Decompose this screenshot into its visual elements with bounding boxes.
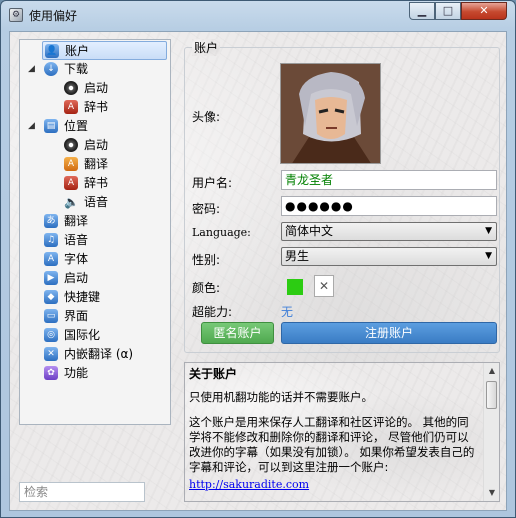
shortcut-icon: ◆ — [44, 290, 58, 304]
maximize-button[interactable]: □ — [435, 2, 461, 20]
translate-icon: A — [64, 157, 78, 171]
gender-select[interactable]: 男生 ▼ — [281, 247, 497, 266]
download-icon: ↓ — [44, 62, 58, 76]
launch-icon — [64, 81, 78, 95]
scroll-up-icon[interactable]: ▲ — [484, 363, 499, 379]
sidebar-tree[interactable]: 👤 账户 ◢ ↓ 下载 启动 A 辞书 ◢ ▤ 位置 启动 A 翻译 A 辞书 … — [19, 39, 171, 425]
username-label: 用户名: — [192, 176, 233, 190]
chevron-down-icon: ▼ — [485, 226, 492, 236]
sidebar-item-ui[interactable]: ▭ 界面 — [20, 307, 170, 326]
anonymous-account-button[interactable]: 匿名账户 — [201, 322, 274, 344]
launch-icon — [64, 138, 78, 152]
window-title: 使用偏好 — [29, 9, 78, 23]
register-account-button[interactable]: 注册账户 — [281, 322, 497, 344]
close-button[interactable]: ✕ — [461, 2, 507, 20]
sidebar-item-account[interactable]: 👤 账户 — [42, 41, 167, 60]
about-paragraph-1: 只使用机翻功能的话并不需要账户。 — [189, 390, 373, 404]
sidebar-item-shortcuts[interactable]: ◆ 快捷键 — [20, 288, 170, 307]
sidebar-item-location[interactable]: ◢ ▤ 位置 — [20, 117, 170, 136]
font-icon: A — [44, 252, 58, 266]
sidebar-item-translate[interactable]: あ 翻译 — [20, 212, 170, 231]
sidebar-item-download-dictionary[interactable]: A 辞书 — [20, 98, 170, 117]
user-icon: 👤 — [45, 44, 59, 58]
sidebar-item-location-translate[interactable]: A 翻译 — [20, 155, 170, 174]
account-group-title: 账户 — [194, 39, 219, 56]
title-bar[interactable]: ⚙ 使用偏好 ▁ □ ✕ — [1, 1, 515, 29]
language-label: Language: — [192, 226, 251, 239]
gender-label: 性别: — [192, 253, 221, 267]
language-select-value: 简体中文 — [285, 224, 334, 238]
username-field[interactable]: 青龙圣者 — [281, 170, 497, 190]
power-value: 无 — [281, 305, 294, 319]
sidebar-item-features[interactable]: ✿ 功能 — [20, 364, 170, 383]
about-paragraph-2: 这个账户是用来保存人工翻译和社区评论的。 其他的同学将不能修改和删除你的翻译和评… — [189, 415, 475, 474]
launch-icon: ▶ — [44, 271, 58, 285]
sidebar-item-font[interactable]: A 字体 — [20, 250, 170, 269]
sidebar-item-location-speech[interactable]: 🔈 语音 — [20, 193, 170, 212]
account-group: 账户 头像: 用户名: 青龙圣者 密码: ●●●●●● Language: 简体… — [180, 33, 502, 353]
dictionary-icon: A — [64, 176, 78, 190]
power-label: 超能力: — [192, 305, 233, 319]
location-icon: ▤ — [44, 119, 58, 133]
sidebar-item-launch[interactable]: ▶ 启动 — [20, 269, 170, 288]
sidebar-item-embedded-translate[interactable]: ✕ 内嵌翻译 (α) — [20, 345, 170, 364]
search-input[interactable]: 检索 — [19, 482, 145, 502]
about-scrollbar[interactable]: ▲ ▼ — [483, 363, 499, 501]
password-label: 密码: — [192, 202, 221, 216]
color-label: 颜色: — [192, 281, 221, 295]
about-content: 关于账户 只使用机翻功能的话并不需要账户。 这个账户是用来保存人工翻译和社区评论… — [189, 367, 479, 492]
speaker-icon: 🔈 — [64, 195, 79, 209]
collapse-arrow-icon[interactable]: ◢ — [28, 117, 35, 135]
dictionary-icon: A — [64, 100, 78, 114]
sidebar-item-location-dictionary[interactable]: A 辞书 — [20, 174, 170, 193]
gender-select-value: 男生 — [285, 249, 310, 263]
clear-color-button[interactable]: ✕ — [314, 275, 334, 297]
app-icon: ⚙ — [9, 8, 23, 22]
globe-icon: ◎ — [44, 328, 58, 342]
scrollbar-thumb[interactable] — [486, 381, 497, 409]
scroll-down-icon[interactable]: ▼ — [484, 485, 499, 501]
password-field[interactable]: ●●●●●● — [281, 196, 497, 216]
language-select[interactable]: 简体中文 ▼ — [281, 222, 497, 241]
sidebar-item-download-launch[interactable]: 启动 — [20, 79, 170, 98]
avatar-label: 头像: — [192, 110, 221, 124]
about-panel[interactable]: 关于账户 只使用机翻功能的话并不需要账户。 这个账户是用来保存人工翻译和社区评论… — [184, 362, 500, 502]
sidebar-item-voice[interactable]: ♫ 语音 — [20, 231, 170, 250]
about-title: 关于账户 — [189, 367, 238, 381]
avatar[interactable] — [280, 63, 381, 164]
translate-icon: あ — [44, 214, 58, 228]
embed-translate-icon: ✕ — [44, 347, 58, 361]
sidebar-item-location-launch[interactable]: 启动 — [20, 136, 170, 155]
minimize-button[interactable]: ▁ — [409, 2, 435, 20]
client-area: 👤 账户 ◢ ↓ 下载 启动 A 辞书 ◢ ▤ 位置 启动 A 翻译 A 辞书 … — [9, 31, 507, 511]
sidebar-item-i18n[interactable]: ◎ 国际化 — [20, 326, 170, 345]
feature-icon: ✿ — [44, 366, 58, 380]
voice-icon: ♫ — [44, 233, 58, 247]
avatar-image — [281, 64, 380, 163]
sidebar-item-download[interactable]: ◢ ↓ 下载 — [20, 60, 170, 79]
preferences-window: ⚙ 使用偏好 ▁ □ ✕ 👤 账户 ◢ ↓ 下载 启动 A 辞书 ◢ ▤ 位置 … — [0, 0, 516, 518]
color-swatch[interactable] — [287, 279, 303, 295]
chevron-down-icon: ▼ — [485, 251, 492, 261]
register-link[interactable]: http://sakuradite.com — [189, 477, 479, 492]
ui-icon: ▭ — [44, 309, 58, 323]
collapse-arrow-icon[interactable]: ◢ — [28, 60, 35, 78]
